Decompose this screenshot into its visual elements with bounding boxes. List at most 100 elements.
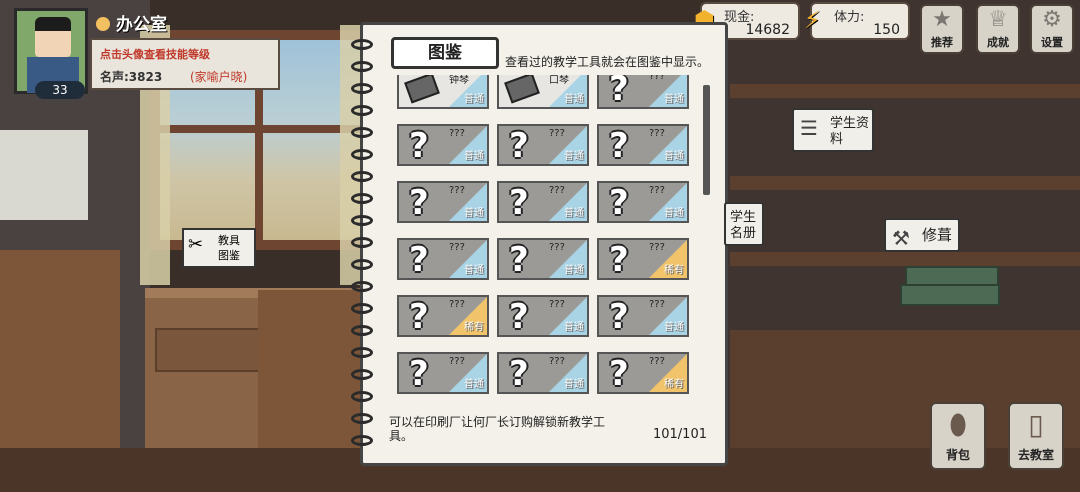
unknown-icon: ? xyxy=(609,297,629,337)
fame-tag: (家喻户晓) xyxy=(190,70,248,84)
tool-card[interactable]: 口琴普通 xyxy=(497,75,589,109)
card-name: ??? xyxy=(649,185,665,196)
tool-card[interactable]: ???? 普通 xyxy=(597,124,689,166)
star-icon: ★ xyxy=(932,7,952,32)
location-title: 办公室 xyxy=(96,10,167,35)
tool-card[interactable]: ???? 普通 xyxy=(497,238,589,280)
card-rank: 普通 xyxy=(564,322,584,333)
level-badge: 33 xyxy=(35,81,85,99)
stamina-value: 150 xyxy=(873,22,900,38)
tool-card[interactable]: ???? 稀有 xyxy=(597,238,689,280)
wall-poster xyxy=(0,130,88,220)
card-rank: 普通 xyxy=(564,151,584,162)
card-name: ??? xyxy=(649,356,665,367)
card-rank: 普通 xyxy=(464,265,484,276)
unknown-icon: ? xyxy=(509,240,529,280)
go-classroom-button[interactable]: ▯ 去教室 xyxy=(1008,402,1064,470)
hammer-icon: ⚒ xyxy=(892,226,910,250)
notebook-description: 查看过的教学工具就会在图鉴中显示。 xyxy=(505,55,710,69)
tool-card[interactable]: ???? 普通 xyxy=(397,124,489,166)
unknown-icon: ? xyxy=(609,126,629,166)
unknown-icon: ? xyxy=(409,183,429,223)
skill-hint: 点击头像查看技能等级 xyxy=(100,48,210,61)
card-rank: 普通 xyxy=(564,94,584,105)
card-name: ??? xyxy=(449,242,465,253)
tool-card[interactable]: ???? 普通 xyxy=(497,181,589,223)
notebook-title: 图鉴 xyxy=(391,37,499,69)
unknown-icon: ? xyxy=(409,297,429,337)
cash-value: 14682 xyxy=(745,22,790,38)
scissors-icon: ✂ xyxy=(188,234,204,255)
card-rank: 普通 xyxy=(464,208,484,219)
card-name: ??? xyxy=(449,185,465,196)
achievement-button[interactable]: ♕ 成就 xyxy=(976,4,1020,54)
recommend-button[interactable]: ★ 推荐 xyxy=(920,4,964,54)
unknown-icon: ? xyxy=(409,126,429,166)
card-rank: 普通 xyxy=(664,94,684,105)
card-name: ??? xyxy=(549,128,565,139)
unknown-icon: ? xyxy=(609,240,629,280)
tool-icon xyxy=(504,75,540,104)
stamina-stat: ⚡ 体力: 150 xyxy=(804,2,910,40)
bag-icon: ⬮ xyxy=(949,408,967,441)
card-rank: 普通 xyxy=(464,94,484,105)
student-roster-sign[interactable]: 学生名册 xyxy=(724,202,764,246)
tool-card[interactable]: ???? 普通 xyxy=(597,181,689,223)
card-name: ??? xyxy=(549,299,565,310)
shelf xyxy=(730,176,1080,190)
gear-icon: ⚙ xyxy=(1042,7,1062,32)
encyclopedia-notebook: 图鉴 查看过的教学工具就会在图鉴中显示。 钟琴 普通 口琴 普通???? 普通???? 普… xyxy=(351,22,728,466)
card-rank: 普通 xyxy=(664,322,684,333)
card-name: ??? xyxy=(449,128,465,139)
card-rank: 稀有 xyxy=(664,379,684,390)
tool-card[interactable]: 钟琴 普通 xyxy=(397,75,489,109)
tool-card[interactable]: ???? 普通 xyxy=(397,352,489,394)
student-info-sign[interactable]: ☰ 学生资料 xyxy=(792,108,874,152)
card-rank: 普通 xyxy=(564,379,584,390)
fame-value: 名声:3823 xyxy=(100,70,163,84)
scrollbar[interactable] xyxy=(703,85,710,195)
chair xyxy=(0,250,120,450)
tool-card[interactable]: ???? 普通 xyxy=(597,75,689,109)
tool-card[interactable]: ???? 普通 xyxy=(397,238,489,280)
card-grid: 钟琴 普通 口琴 普通???? 普通???? 普通???? 普通???? 普通???? 普通??… xyxy=(397,75,689,394)
card-name: ??? xyxy=(449,356,465,367)
unknown-icon: ? xyxy=(409,354,429,394)
settings-button[interactable]: ⚙ 设置 xyxy=(1030,4,1074,54)
document-icon: ☰ xyxy=(800,116,818,140)
unknown-icon: ? xyxy=(609,75,629,109)
tool-card[interactable]: ???? 稀有 xyxy=(597,352,689,394)
unknown-icon: ? xyxy=(509,354,529,394)
profile-card[interactable]: 点击头像查看技能等级 名声:3823 (家喻户晓) xyxy=(90,38,280,90)
tool-card[interactable]: ???? 普通 xyxy=(497,124,589,166)
tool-card[interactable]: ???? 普通 xyxy=(597,295,689,337)
avatar[interactable]: 33 xyxy=(14,8,88,99)
shelf xyxy=(730,252,1080,266)
card-grid-viewport[interactable]: 钟琴 普通 口琴 普通???? 普通???? 普通???? 普通???? 普通???? 普通??… xyxy=(397,75,697,410)
book-stack xyxy=(900,284,1000,306)
tool-card[interactable]: ???? 稀有 xyxy=(397,295,489,337)
door-icon: ▯ xyxy=(1028,408,1044,441)
card-rank: 普通 xyxy=(564,208,584,219)
card-name: ??? xyxy=(649,242,665,253)
card-rank: 稀有 xyxy=(664,265,684,276)
tool-card[interactable]: ???? 普通 xyxy=(397,181,489,223)
tool-card[interactable]: ???? 普通 xyxy=(497,352,589,394)
tool-icon xyxy=(404,75,440,104)
tool-guide-sign[interactable]: ✂ 教具图鉴 xyxy=(182,228,256,268)
repair-sign[interactable]: ⚒ 修葺 xyxy=(884,218,960,252)
tool-card[interactable]: ???? 普通 xyxy=(497,295,589,337)
card-name: 口琴 xyxy=(549,75,569,86)
unknown-icon: ? xyxy=(509,183,529,223)
unknown-icon: ? xyxy=(609,183,629,223)
person-icon xyxy=(96,17,110,31)
backpack-button[interactable]: ⬮ 背包 xyxy=(930,402,986,470)
shelf xyxy=(730,84,1080,98)
card-name: ??? xyxy=(549,185,565,196)
card-rank: 稀有 xyxy=(464,322,484,333)
card-rank: 普通 xyxy=(564,265,584,276)
unknown-icon: ? xyxy=(609,354,629,394)
card-name: ??? xyxy=(649,299,665,310)
trophy-icon: ♕ xyxy=(988,7,1008,32)
card-name: ??? xyxy=(649,128,665,139)
